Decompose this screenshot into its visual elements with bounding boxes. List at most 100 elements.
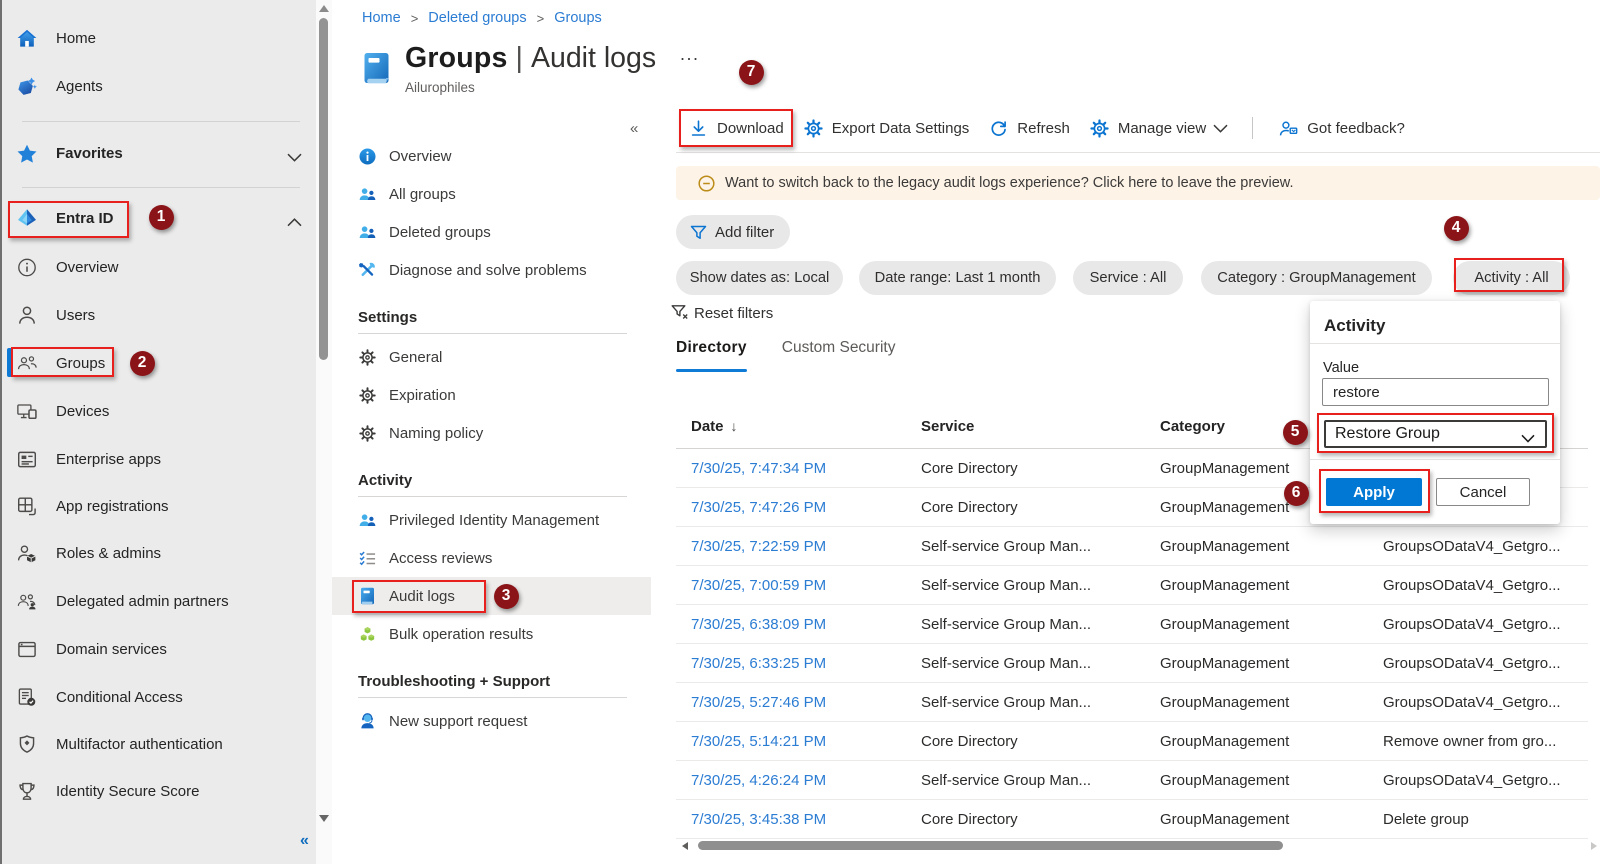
date-link[interactable]: 7/30/25, 7:47:34 PM bbox=[691, 449, 911, 488]
column-header-service[interactable]: Service bbox=[921, 405, 974, 448]
tab-directory[interactable]: Directory bbox=[676, 339, 747, 372]
column-header-category[interactable]: Category bbox=[1160, 405, 1225, 448]
date-link[interactable]: 7/30/25, 4:26:24 PM bbox=[691, 761, 911, 800]
date-link[interactable]: 7/30/25, 7:00:59 PM bbox=[691, 566, 911, 605]
filter-pill-show-dates-as[interactable]: Show dates as: Local bbox=[676, 261, 843, 295]
menu-item-bulk-operation-results[interactable]: Bulk operation results bbox=[332, 615, 651, 653]
menu-item-overview[interactable]: Overview bbox=[332, 137, 651, 175]
feedback-icon bbox=[1279, 119, 1298, 138]
breadcrumb-link[interactable]: Groups bbox=[554, 10, 602, 26]
divider bbox=[676, 152, 1600, 153]
sidebar-item-conditional-access[interactable]: Conditional Access bbox=[2, 673, 318, 721]
sidebar-item-users[interactable]: Users bbox=[2, 291, 318, 339]
scroll-left-arrow-icon[interactable] bbox=[682, 842, 688, 850]
sidebar-item-multifactor-authentication[interactable]: Multifactor authentication bbox=[2, 720, 318, 768]
activity-cell: Delete group bbox=[1383, 811, 1469, 828]
menu-item-all-groups[interactable]: All groups bbox=[332, 175, 651, 213]
sidebar-item-home[interactable]: Home bbox=[2, 14, 318, 62]
gear-blue-icon bbox=[1090, 118, 1109, 138]
filter-pill-category[interactable]: Category : GroupManagement bbox=[1201, 261, 1432, 295]
banner-text: Want to switch back to the legacy audit … bbox=[725, 175, 1294, 191]
tab-label: Custom Security bbox=[781, 339, 896, 356]
column-header-date[interactable]: Date ↓ bbox=[691, 405, 738, 448]
date-link[interactable]: 7/30/25, 5:27:46 PM bbox=[691, 683, 911, 722]
sidebar-item-roles-admins[interactable]: Roles & admins bbox=[2, 529, 318, 577]
breadcrumb-link[interactable]: Home bbox=[362, 10, 401, 26]
menu-item-privileged-identity-management[interactable]: Privileged Identity Management bbox=[332, 501, 651, 539]
date-link[interactable]: 7/30/25, 6:38:09 PM bbox=[691, 605, 911, 644]
filter-pill-date-range[interactable]: Date range: Last 1 month bbox=[859, 261, 1056, 295]
filter-pill-activity[interactable]: Activity : All bbox=[1453, 261, 1570, 295]
horizontal-scrollbar[interactable] bbox=[676, 840, 1600, 853]
menu-item-label: Deleted groups bbox=[389, 223, 491, 241]
menu-item-label: All groups bbox=[389, 185, 456, 203]
info-filled-icon bbox=[359, 148, 376, 165]
scrollbar-thumb[interactable] bbox=[698, 841, 1283, 850]
scroll-right-arrow-icon[interactable] bbox=[1591, 842, 1597, 850]
scroll-up-arrow-icon[interactable] bbox=[319, 5, 329, 12]
date-link[interactable]: 7/30/25, 5:14:21 PM bbox=[691, 722, 911, 761]
scroll-down-arrow-icon[interactable] bbox=[319, 815, 329, 822]
manage-view-button[interactable]: Manage view bbox=[1080, 108, 1238, 148]
sidebar-item-devices[interactable]: Devices bbox=[2, 387, 318, 435]
menu-item-label: New support request bbox=[389, 712, 528, 730]
sidebar-collapse-button[interactable]: « bbox=[300, 832, 309, 850]
add-filter-button[interactable]: Add filter bbox=[676, 215, 791, 249]
service-cell: Core Directory bbox=[921, 460, 1018, 477]
sidebar-item-enterprise-apps[interactable]: Enterprise apps bbox=[2, 435, 318, 483]
entra-icon bbox=[17, 208, 37, 228]
value-input[interactable] bbox=[1322, 378, 1549, 406]
download-button[interactable]: Download bbox=[679, 108, 794, 148]
sort-descending-icon: ↓ bbox=[730, 418, 738, 434]
roles-admins-icon bbox=[17, 543, 37, 563]
sidebar-item-agents[interactable]: Agents bbox=[2, 62, 318, 110]
menu-collapse-button[interactable]: « bbox=[630, 120, 638, 137]
menu-item-diagnose-and-solve-problems[interactable]: Diagnose and solve problems bbox=[332, 251, 651, 289]
sidebar-item-overview[interactable]: Overview bbox=[2, 243, 318, 291]
date-link[interactable]: 7/30/25, 6:33:25 PM bbox=[691, 644, 911, 683]
activity-cell: GroupsODataV4_Getgro... bbox=[1383, 577, 1561, 594]
sidebar-item-label: Agents bbox=[56, 77, 103, 95]
date-link[interactable]: 7/30/25, 7:22:59 PM bbox=[691, 527, 911, 566]
gear-icon bbox=[359, 424, 376, 442]
activity-cell: GroupsODataV4_Getgro... bbox=[1383, 655, 1561, 672]
filter-funnel-icon bbox=[690, 224, 707, 241]
got-feedback--button[interactable]: Got feedback? bbox=[1269, 108, 1415, 148]
preview-banner[interactable]: Want to switch back to the legacy audit … bbox=[676, 166, 1600, 200]
date-link[interactable]: 7/30/25, 3:45:38 PM bbox=[691, 800, 911, 839]
sidebar-item-label: Identity Secure Score bbox=[56, 782, 200, 800]
service-cell: Self-service Group Man... bbox=[921, 538, 1092, 555]
info-outline-icon bbox=[17, 257, 37, 277]
date-link[interactable]: 7/30/25, 7:47:26 PM bbox=[691, 488, 911, 527]
activity-dropdown[interactable]: Restore Group bbox=[1324, 420, 1547, 448]
sidebar-item-identity-secure-score[interactable]: Identity Secure Score bbox=[2, 767, 318, 815]
breadcrumb-link[interactable]: Deleted groups bbox=[428, 10, 526, 26]
tab-custom-security[interactable]: Custom Security bbox=[782, 339, 896, 372]
menu-item-expiration[interactable]: Expiration bbox=[332, 376, 651, 414]
menu-item-access-reviews[interactable]: Access reviews bbox=[332, 539, 651, 577]
sidebar-item-app-registrations[interactable]: App registrations bbox=[2, 482, 318, 530]
sidebar-item-domain-services[interactable]: Domain services bbox=[2, 625, 318, 673]
annotation-step-badge: 2 bbox=[129, 350, 155, 376]
sidebar-item-groups[interactable]: Groups bbox=[2, 339, 318, 387]
menu-item-label: Overview bbox=[389, 147, 452, 165]
tab-label: Directory bbox=[676, 339, 747, 356]
menu-section-header: Activity bbox=[358, 472, 413, 489]
filter-pill-service[interactable]: Service : All bbox=[1073, 261, 1183, 295]
scrollbar-thumb[interactable] bbox=[319, 18, 328, 360]
left-nav-scrollbar[interactable] bbox=[316, 0, 332, 864]
sidebar-item-favorites[interactable]: Favorites bbox=[2, 129, 318, 177]
menu-item-naming-policy[interactable]: Naming policy bbox=[332, 414, 651, 452]
sidebar-item-delegated-admin-partners[interactable]: Delegated admin partners bbox=[2, 577, 318, 625]
refresh-button[interactable]: Refresh bbox=[979, 108, 1080, 148]
download-icon bbox=[689, 119, 708, 138]
export-data-settings-button[interactable]: Export Data Settings bbox=[794, 108, 980, 148]
cancel-button[interactable]: Cancel bbox=[1436, 478, 1530, 506]
menu-item-general[interactable]: General bbox=[332, 338, 651, 376]
reset-filters-button[interactable]: Reset filters bbox=[671, 304, 773, 322]
menu-item-new-support-request[interactable]: New support request bbox=[332, 702, 651, 740]
sidebar-item-label: Favorites bbox=[56, 144, 123, 162]
menu-item-audit-logs[interactable]: Audit logs bbox=[332, 577, 651, 615]
menu-item-deleted-groups[interactable]: Deleted groups bbox=[332, 213, 651, 251]
apply-button[interactable]: Apply bbox=[1326, 478, 1422, 506]
